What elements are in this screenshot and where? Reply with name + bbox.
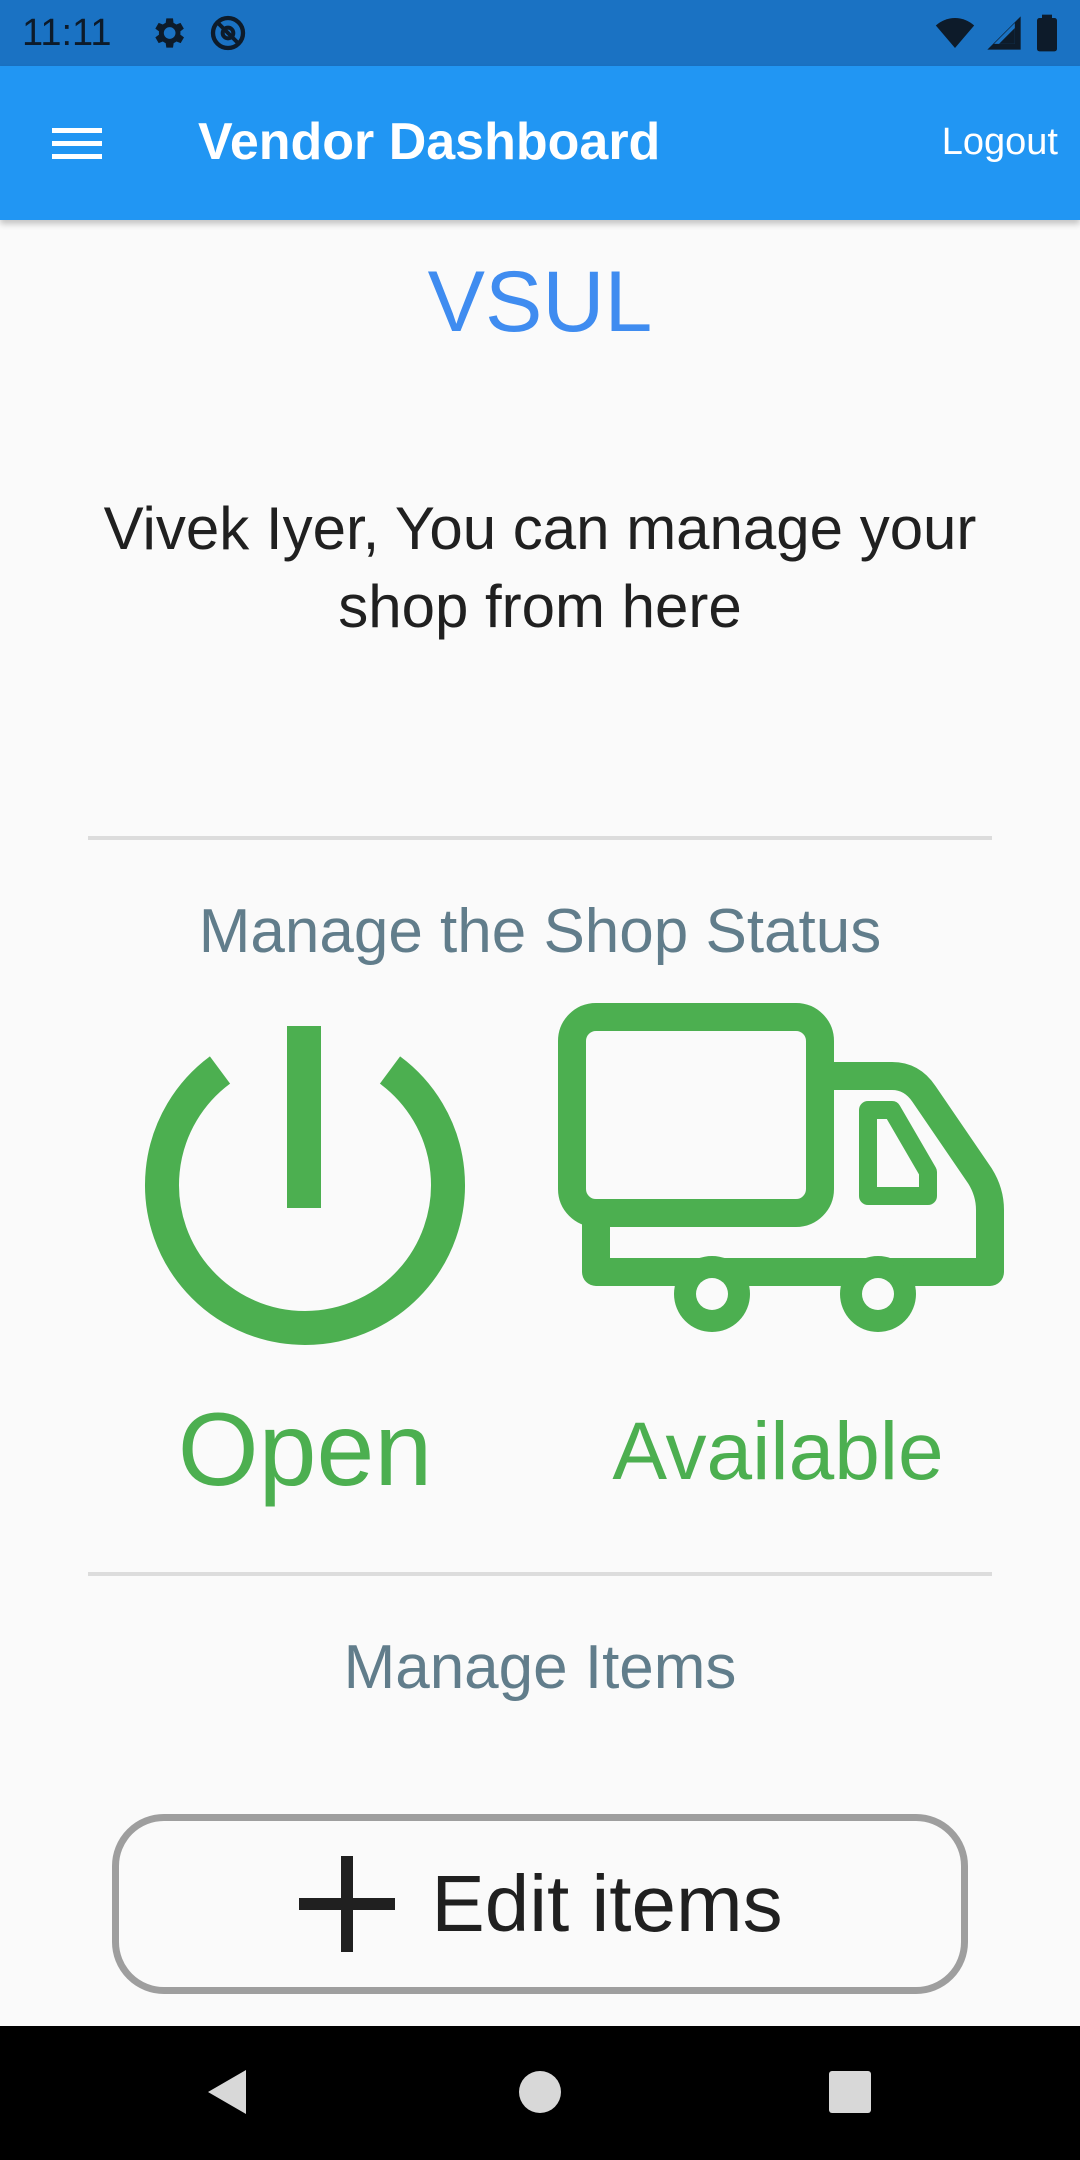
brand-name: VSUL xyxy=(427,254,653,350)
signal-icon xyxy=(987,16,1021,50)
back-icon[interactable] xyxy=(198,2060,262,2124)
gear-icon xyxy=(155,18,184,48)
hamburger-menu-icon[interactable] xyxy=(40,111,114,175)
shop-status-title: Manage the Shop Status xyxy=(198,897,882,966)
app-title: Vendor Dashboard xyxy=(198,113,661,171)
wifi-icon xyxy=(935,18,975,48)
delivery-status-label: Available xyxy=(612,1406,944,1497)
power-icon xyxy=(145,1026,465,1345)
at-sign-icon xyxy=(210,15,246,51)
system-nav-bar xyxy=(0,2026,1080,2160)
status-time: 11:11 xyxy=(22,12,112,54)
delivery-status-toggle[interactable]: Available xyxy=(548,990,1008,1500)
recents-icon[interactable] xyxy=(818,2060,882,2124)
app-bar: Vendor Dashboard Logout xyxy=(0,66,1080,220)
delivery-truck-icon xyxy=(558,1003,1004,1332)
edit-items-label: Edit items xyxy=(431,1859,783,1948)
divider xyxy=(88,836,992,840)
divider xyxy=(88,1572,992,1576)
status-bar: 11:11 xyxy=(0,0,1080,66)
battery-icon xyxy=(1037,14,1057,52)
logout-button[interactable]: Logout xyxy=(942,114,1058,170)
plus-icon xyxy=(299,1856,396,1952)
home-icon[interactable] xyxy=(508,2060,572,2124)
manage-items-title: Manage Items xyxy=(343,1633,737,1702)
edit-items-button[interactable]: Edit items xyxy=(112,1814,968,1994)
open-status-label: Open xyxy=(177,1392,433,1508)
edit-items-content: Edit items xyxy=(119,1821,961,1987)
welcome-message: Vivek Iyer, You can manage your shop fro… xyxy=(103,495,977,640)
open-status-toggle[interactable]: Open xyxy=(140,1010,470,1510)
